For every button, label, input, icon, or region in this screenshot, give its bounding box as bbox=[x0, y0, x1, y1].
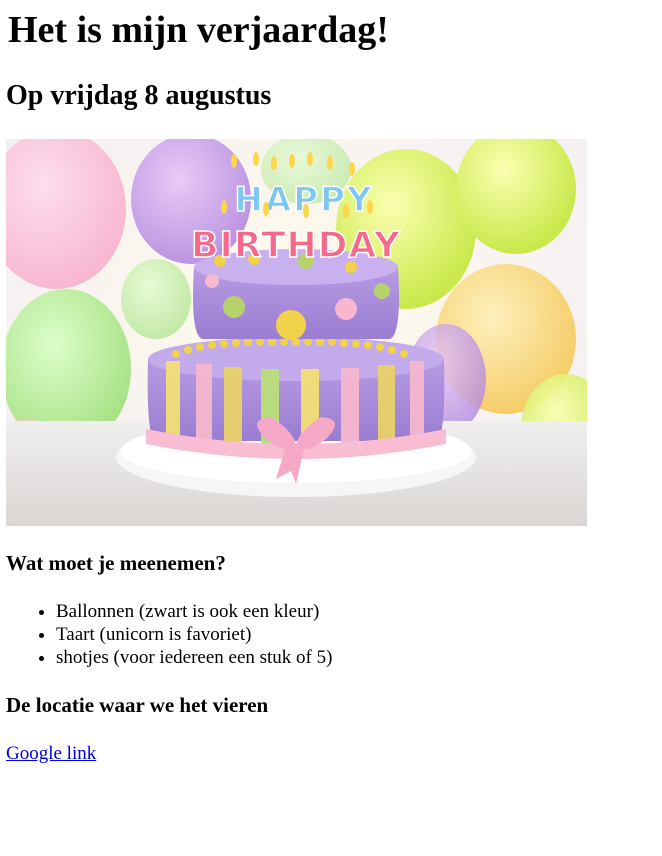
bring-heading: Wat moet je meenemen? bbox=[6, 551, 226, 575]
page-subtitle: Op vrijdag 8 augustus bbox=[6, 80, 272, 111]
candle-text-birthday: BIRTHDAY bbox=[191, 225, 401, 266]
location-heading: De locatie waar we het vieren bbox=[6, 693, 269, 717]
page-title: Het is mijn verjaardag! bbox=[8, 9, 389, 51]
bring-list: Ballonnen (zwart is ook een kleur) Taart… bbox=[6, 600, 332, 669]
list-item: shotjes (voor iedereen een stuk of 5) bbox=[56, 646, 332, 669]
list-item: Ballonnen (zwart is ook een kleur) bbox=[56, 600, 332, 623]
google-link[interactable]: Google link bbox=[6, 743, 96, 765]
birthday-cake-image: HAPPY BIRTHDAY bbox=[6, 139, 587, 526]
page: Het is mijn verjaardag! Op vrijdag 8 aug… bbox=[0, 0, 662, 764]
list-item: Taart (unicorn is favoriet) bbox=[56, 623, 332, 646]
